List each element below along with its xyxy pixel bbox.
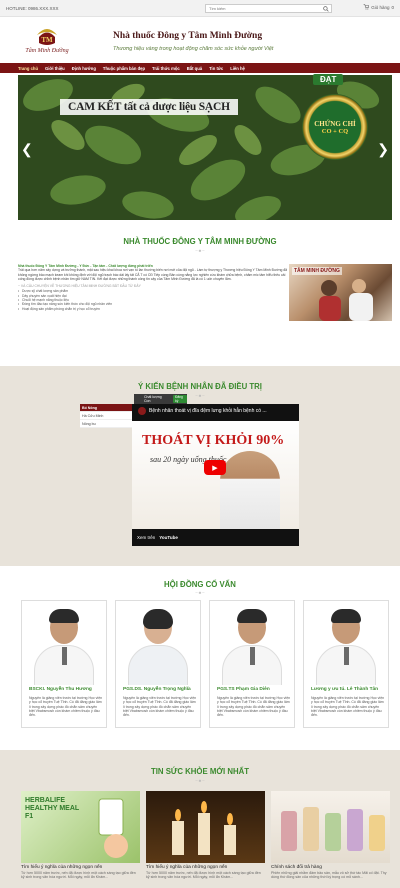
certificate-badge: CHỨNG CHỈ CO + CQ bbox=[302, 94, 368, 160]
certificate-badge-top: ĐẠT bbox=[313, 74, 344, 85]
council-name: PGS.TS Phạm Gia Diên bbox=[217, 687, 270, 692]
nav-item-knowledge[interactable]: Trải thức mộc bbox=[152, 66, 180, 71]
nav-item-contact[interactable]: Liên hệ bbox=[230, 66, 245, 71]
council-card[interactable]: Lương y ưu tú. Lê Thành Tân Nguyên là gi… bbox=[303, 600, 389, 728]
main-nav: Trang chủ Giới thiệu Định hướng Thuộc ph… bbox=[0, 63, 400, 73]
news-thumb-image bbox=[98, 798, 128, 858]
channel-avatar bbox=[138, 407, 146, 415]
cart-count: 0 bbox=[391, 5, 394, 10]
council-photo bbox=[26, 605, 102, 685]
news-thumb-image bbox=[281, 807, 385, 851]
subscribe-button[interactable]: Đăng ký bbox=[173, 395, 187, 403]
channel-bar: Chất lượng Con Đăng ký bbox=[134, 394, 187, 404]
video-title-bar: Bệnh nhân thoát vị đĩa đệm lưng khỏi hẳn… bbox=[138, 407, 267, 415]
youtube-logo[interactable]: YouTube bbox=[159, 535, 178, 540]
news-thumbnail[interactable]: HERBALIFE HEALTHY MEAL F1 bbox=[21, 791, 140, 863]
council-card[interactable]: PGS.DS. Nguyễn Trọng Nghĩa Nguyên là giả… bbox=[115, 600, 201, 728]
council-card[interactable]: BSCKI. Nguyễn Thu Hương Nguyên là giảng … bbox=[21, 600, 107, 728]
site-title: Nhà thuốc Đông y Tâm Minh Đường bbox=[113, 31, 263, 41]
testimonial-tab[interactable]: Bố Nông bbox=[80, 404, 132, 412]
banner-prev-arrow-icon[interactable]: ❮ bbox=[21, 141, 33, 158]
hotline-text: HOTLINE: 0986.XXX.XXX bbox=[6, 5, 59, 11]
council-desc: Nguyên là giảng viên trước tại trường Họ… bbox=[217, 696, 291, 718]
video-player[interactable]: Bệnh nhân thoát vị đĩa đệm lưng khỏi hẳn… bbox=[132, 404, 299, 546]
news-thumbnail[interactable] bbox=[146, 791, 265, 863]
nav-item-news[interactable]: Tin tức bbox=[209, 66, 223, 71]
council-desc: Nguyên là giảng viên trước tại trường Họ… bbox=[123, 696, 197, 718]
banner-headline: CAM KẾT tất cả dược liệu SẠCH bbox=[60, 99, 238, 115]
banner-next-arrow-icon[interactable]: ❯ bbox=[377, 141, 389, 158]
about-story-heading: ~ VÀ CÂU CHUYỆN VỀ THƯƠNG HIỆU TÂM MINH … bbox=[18, 284, 141, 289]
about-bullet-list: Dược sỹ chất lượng sản phẩm Dây chuyền s… bbox=[18, 289, 288, 312]
council-photo bbox=[120, 605, 196, 685]
council-title: HỘI ĐỒNG CỐ VẤN bbox=[164, 580, 236, 589]
search-input[interactable] bbox=[206, 5, 321, 12]
news-thumbnail[interactable] bbox=[271, 791, 390, 863]
video-bottom-bar: Xem trên YouTube bbox=[132, 529, 299, 546]
cart-link[interactable]: Giỏ hàng 0 bbox=[363, 4, 394, 11]
about-divider: ~ ♣ ~ bbox=[195, 248, 205, 253]
about-section-title: NHÀ THUỐC ĐÔNG Y TÂM MINH ĐƯỜNG bbox=[123, 237, 277, 246]
badge-line2: CO + CQ bbox=[321, 127, 349, 135]
list-item: Hoạt động sản phẩm phòng chẩn trị y học … bbox=[18, 307, 288, 312]
about-body: Trải qua hơn năm xây dựng và trưởng thàn… bbox=[18, 268, 288, 281]
testimonials-divider: ~ ♣ ~ bbox=[195, 393, 205, 398]
video-person-image bbox=[220, 451, 280, 529]
news-title-link[interactable]: Chính sách đổi trả hàng bbox=[271, 865, 390, 870]
news-title-link[interactable]: Tìm hiểu ý nghĩa của những ngọn nến bbox=[146, 865, 265, 870]
about-text: Nhà thuốc Đông Y Tâm Minh Đường - Y Đức … bbox=[18, 264, 288, 311]
council-name: BSCKI. Nguyễn Thu Hương bbox=[29, 687, 92, 692]
about-photo-image bbox=[319, 279, 373, 321]
council-divider: ~ ♣ ~ bbox=[195, 590, 205, 595]
council-desc: Nguyên là giảng viên trước tại trường Họ… bbox=[29, 696, 103, 718]
svg-text:TM: TM bbox=[41, 36, 53, 44]
video-headline: THOÁT VỊ KHỎI 90% bbox=[142, 433, 285, 448]
council-photo bbox=[214, 605, 290, 685]
site-header: TM Tâm Minh Đường Nhà thuốc Đông y Tâm M… bbox=[0, 17, 400, 63]
testimonial-tab[interactable]: Hà Cửu Minh bbox=[80, 412, 132, 420]
search-box bbox=[205, 4, 332, 13]
news-card[interactable]: Chính sách đổi trả hàng Phiên những giải… bbox=[271, 791, 390, 880]
watch-on-label[interactable]: Xem trên bbox=[137, 535, 155, 540]
play-icon[interactable]: ▶ bbox=[204, 460, 226, 475]
testimonials-title: Ý KIẾN BỆNH NHÂN ĐÃ ĐIỀU TRỊ bbox=[138, 382, 262, 391]
video-title: Bệnh nhân thoát vị đĩa đệm lưng khỏi hẳn… bbox=[149, 408, 267, 414]
about-photo: TÂM MINH ĐƯỜNG bbox=[289, 264, 392, 321]
logo-brand-text: Tâm Minh Đường bbox=[25, 48, 69, 54]
news-title: TIN SỨC KHỎE MỚI NHẤT bbox=[150, 767, 250, 776]
nav-item-products[interactable]: Thuộc phẩm bán đẹp bbox=[103, 66, 145, 71]
news-divider: ~ ♣ ~ bbox=[195, 778, 205, 783]
nav-item-home[interactable]: Trang chủ bbox=[18, 66, 38, 71]
council-card[interactable]: PGS.TS Phạm Gia Diên Nguyên là giảng viê… bbox=[209, 600, 295, 728]
council-desc: Nguyên là giảng viên trước tại trường Họ… bbox=[311, 696, 385, 718]
nav-item-results[interactable]: Bắt quả bbox=[187, 66, 202, 71]
news-desc: Từ hơn 5000 năm trước, nến đã được hình … bbox=[146, 871, 261, 880]
news-title-link[interactable]: Tìm hiểu ý nghĩa của những ngọn nến bbox=[21, 865, 140, 870]
testimonial-list: Bố Nông Hà Cửu Minh Nông bu bbox=[80, 404, 132, 428]
news-thumb-image bbox=[172, 801, 236, 855]
council-name: Lương y ưu tú. Lê Thành Tân bbox=[311, 687, 379, 692]
news-card[interactable]: HERBALIFE HEALTHY MEAL F1 Tìm hiểu ý ngh… bbox=[21, 791, 140, 880]
cart-label: Giỏ hàng bbox=[371, 5, 390, 10]
news-desc: Từ hơn 5000 năm trước, nến đã được hình … bbox=[21, 871, 136, 880]
news-card[interactable]: Tìm hiểu ý nghĩa của những ngọn nến Từ h… bbox=[146, 791, 265, 880]
testimonial-tab[interactable]: Nông bu bbox=[80, 420, 132, 428]
logo-mark-icon: TM bbox=[37, 29, 57, 45]
site-slogan: Thương hiệu vàng trong hoạt động chăm só… bbox=[113, 46, 274, 52]
council-photo bbox=[308, 605, 384, 685]
search-icon[interactable] bbox=[321, 5, 331, 12]
nav-item-orientation[interactable]: Định hướng bbox=[72, 66, 96, 71]
video-thumbnail: THOÁT VỊ KHỎI 90% sau 20 ngày uống thuốc bbox=[132, 421, 299, 529]
channel-name: Chất lượng Con bbox=[144, 395, 162, 403]
nav-item-about[interactable]: Giới thiệu bbox=[45, 66, 65, 71]
cart-icon bbox=[363, 4, 370, 11]
council-name: PGS.DS. Nguyễn Trọng Nghĩa bbox=[123, 687, 191, 692]
badge-line1: CHỨNG CHỈ bbox=[314, 119, 356, 128]
site-logo[interactable]: TM Tâm Minh Đường bbox=[18, 23, 76, 61]
top-bar: HOTLINE: 0986.XXX.XXX Giỏ hàng 0 bbox=[0, 0, 400, 17]
news-desc: Phiên những giải nhằm đảm bảo sản, mẫu v… bbox=[271, 871, 387, 880]
